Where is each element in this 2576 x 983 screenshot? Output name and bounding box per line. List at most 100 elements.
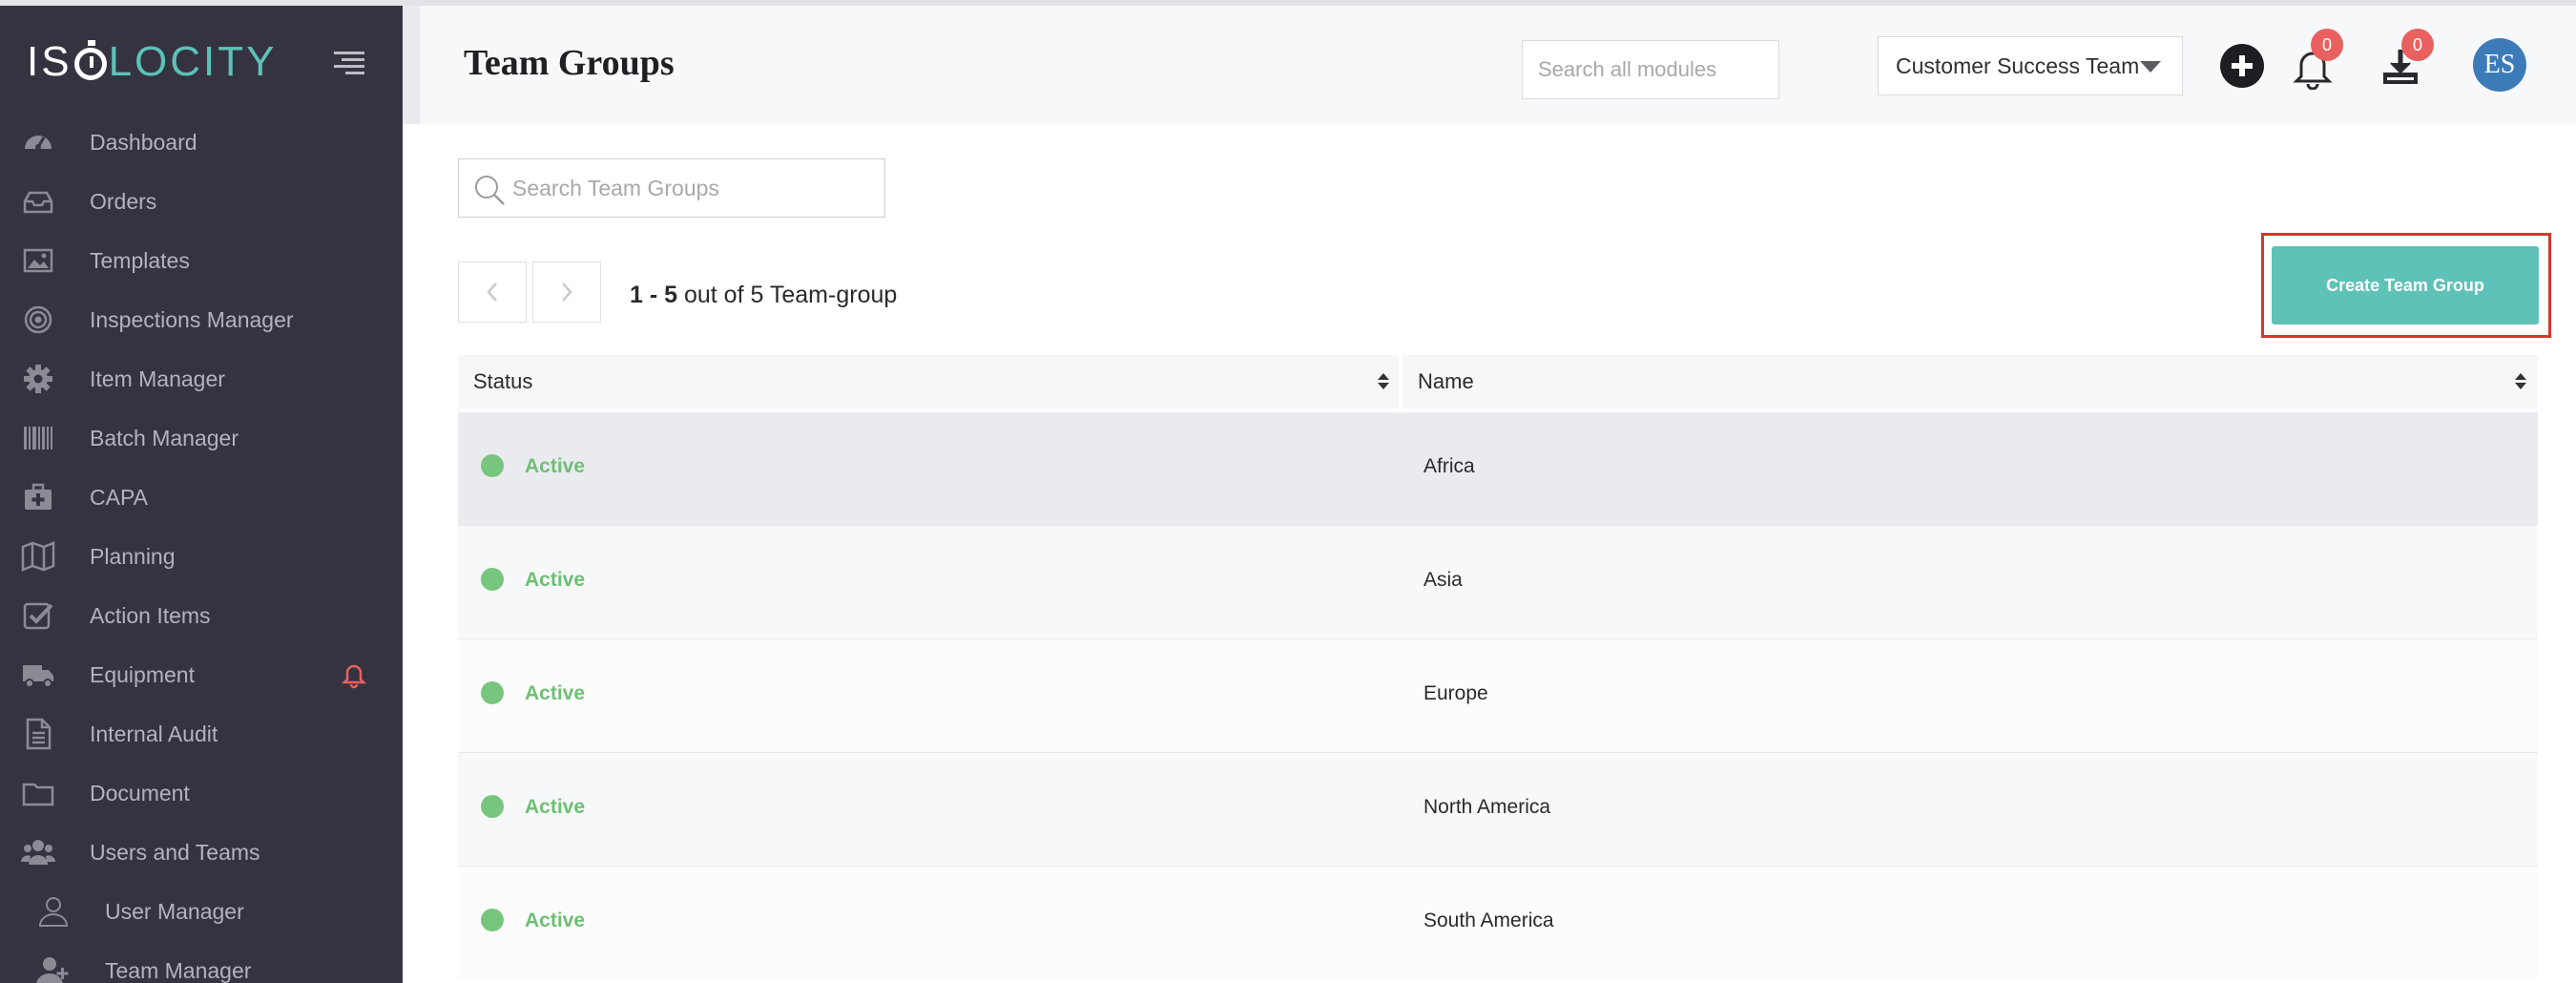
column-header-label: Name (1418, 369, 1474, 393)
map-icon (21, 539, 55, 574)
sidebar-item-label: Users and Teams (90, 839, 260, 865)
sidebar-item-document[interactable]: Document (0, 763, 403, 823)
sidebar-item-label: Document (90, 780, 190, 805)
next-page-button[interactable] (532, 261, 601, 323)
logo-text-start: IS (27, 38, 73, 85)
sort-name-icon[interactable] (2515, 373, 2526, 390)
search-icon (472, 173, 507, 207)
sidebar-item-templates[interactable]: Templates (0, 231, 403, 290)
sidebar-item-inspections-manager[interactable]: Inspections Manager (0, 290, 403, 349)
sidebar-item-label: Equipment (90, 661, 195, 687)
global-search-input[interactable] (1522, 40, 1779, 99)
sidebar-item-equipment[interactable]: Equipment (0, 645, 403, 704)
sidebar-item-planning[interactable]: Planning (0, 527, 403, 586)
sidebar-item-label: Orders (90, 188, 157, 214)
table-row[interactable]: Active Africa (458, 412, 2538, 526)
sidebar-item-label: Item Manager (90, 366, 225, 391)
notifications-badge: 0 (2311, 29, 2343, 61)
image-icon (21, 243, 55, 278)
status-text: Active (525, 910, 586, 931)
sidebar-item-users-and-teams[interactable]: Users and Teams (0, 823, 403, 882)
status-dot-icon (481, 681, 504, 704)
status-text: Active (525, 682, 586, 704)
sort-status-icon[interactable] (1378, 373, 1389, 390)
barcode-icon (21, 421, 55, 455)
status-dot-icon (481, 909, 504, 931)
logo-text-end: LOCITY (108, 38, 278, 85)
column-divider (1399, 355, 1402, 408)
sidebar-item-label: CAPA (90, 484, 148, 510)
table-header: Status Name (458, 355, 2538, 408)
table-row[interactable]: Active Asia (458, 526, 2538, 639)
team-select-value: Customer Success Team (1896, 52, 2140, 78)
table-row[interactable]: Active Europe (458, 639, 2538, 753)
page-title: Team Groups (464, 43, 675, 83)
document-icon (21, 717, 55, 751)
quick-add-button[interactable] (2220, 44, 2264, 88)
truck-icon (21, 658, 55, 692)
prev-page-button[interactable] (458, 261, 527, 323)
menu-toggle-icon[interactable] (334, 52, 364, 74)
team-group-search (458, 158, 885, 218)
folder-icon (21, 776, 55, 810)
logo-clock-icon (73, 40, 107, 80)
sidebar-item-label: Internal Audit (90, 721, 218, 746)
team-group-search-input[interactable] (512, 159, 875, 217)
dashboard-icon (21, 125, 55, 159)
sidebar-item-user-manager[interactable]: User Manager (0, 882, 403, 941)
sidebar: IS LOCITY Dashboard Orders Templates Ins… (0, 0, 403, 983)
team-group-name: North America (1423, 796, 1551, 818)
sidebar-item-item-manager[interactable]: Item Manager (0, 349, 403, 408)
create-team-group-button[interactable]: Create Team Group (2272, 246, 2539, 324)
inbox-icon (21, 184, 55, 219)
table-row[interactable]: Active North America (458, 753, 2538, 867)
sidebar-item-internal-audit[interactable]: Internal Audit (0, 704, 403, 763)
bell-alert-icon[interactable] (340, 660, 368, 689)
user-icon (36, 894, 71, 929)
status-text: Active (525, 569, 586, 591)
checkbox-icon (21, 598, 55, 633)
sidebar-item-orders[interactable]: Orders (0, 172, 403, 231)
status-dot-icon (481, 568, 504, 591)
medkit-icon (21, 480, 55, 514)
column-header-name[interactable]: Name (1418, 355, 2505, 408)
pagination-suffix: out of 5 Team-group (683, 282, 898, 308)
sidebar-item-label: Planning (90, 543, 176, 569)
sidebar-item-dashboard[interactable]: Dashboard (0, 113, 403, 172)
column-header-label: Status (473, 369, 533, 393)
chevron-left-icon (487, 282, 497, 302)
team-group-name: South America (1423, 910, 1554, 931)
caret-down-icon (2140, 61, 2161, 73)
user-plus-icon (36, 953, 71, 983)
team-group-name: Africa (1423, 455, 1475, 477)
pagination-info: 1 - 5 out of 5 Team-group (630, 282, 897, 309)
team-select-dropdown[interactable]: Customer Success Team (1878, 36, 2183, 95)
team-group-name: Europe (1423, 682, 1488, 704)
sidebar-item-team-manager[interactable]: Team Manager (0, 941, 403, 983)
sidebar-item-label: Dashboard (90, 129, 197, 155)
sidebar-item-label: Batch Manager (90, 425, 239, 450)
sidebar-item-action-items[interactable]: Action Items (0, 586, 403, 645)
status-text: Active (525, 796, 586, 818)
team-group-name: Asia (1423, 569, 1463, 591)
status-text: Active (525, 455, 586, 477)
sidebar-item-label: Team Manager (105, 957, 252, 983)
app-logo[interactable]: IS LOCITY (27, 38, 278, 86)
sidebar-item-label: Templates (90, 247, 190, 273)
top-strip (0, 0, 2576, 6)
column-header-status[interactable]: Status (473, 355, 1389, 408)
pagination-range: 1 - 5 (630, 282, 678, 308)
status-dot-icon (481, 795, 504, 818)
sidebar-item-label: Inspections Manager (90, 306, 294, 332)
table-row[interactable]: Active South America (458, 867, 2538, 980)
users-icon (21, 835, 55, 869)
sidebar-item-batch-manager[interactable]: Batch Manager (0, 408, 403, 468)
sidebar-item-capa[interactable]: CAPA (0, 468, 403, 527)
avatar[interactable]: ES (2473, 38, 2526, 92)
sidebar-item-label: Action Items (90, 602, 211, 628)
chevron-right-icon (562, 282, 572, 302)
downloads-badge: 0 (2401, 29, 2434, 61)
target-icon (21, 303, 55, 337)
gear-icon (21, 362, 55, 396)
sidebar-item-label: User Manager (105, 898, 244, 924)
